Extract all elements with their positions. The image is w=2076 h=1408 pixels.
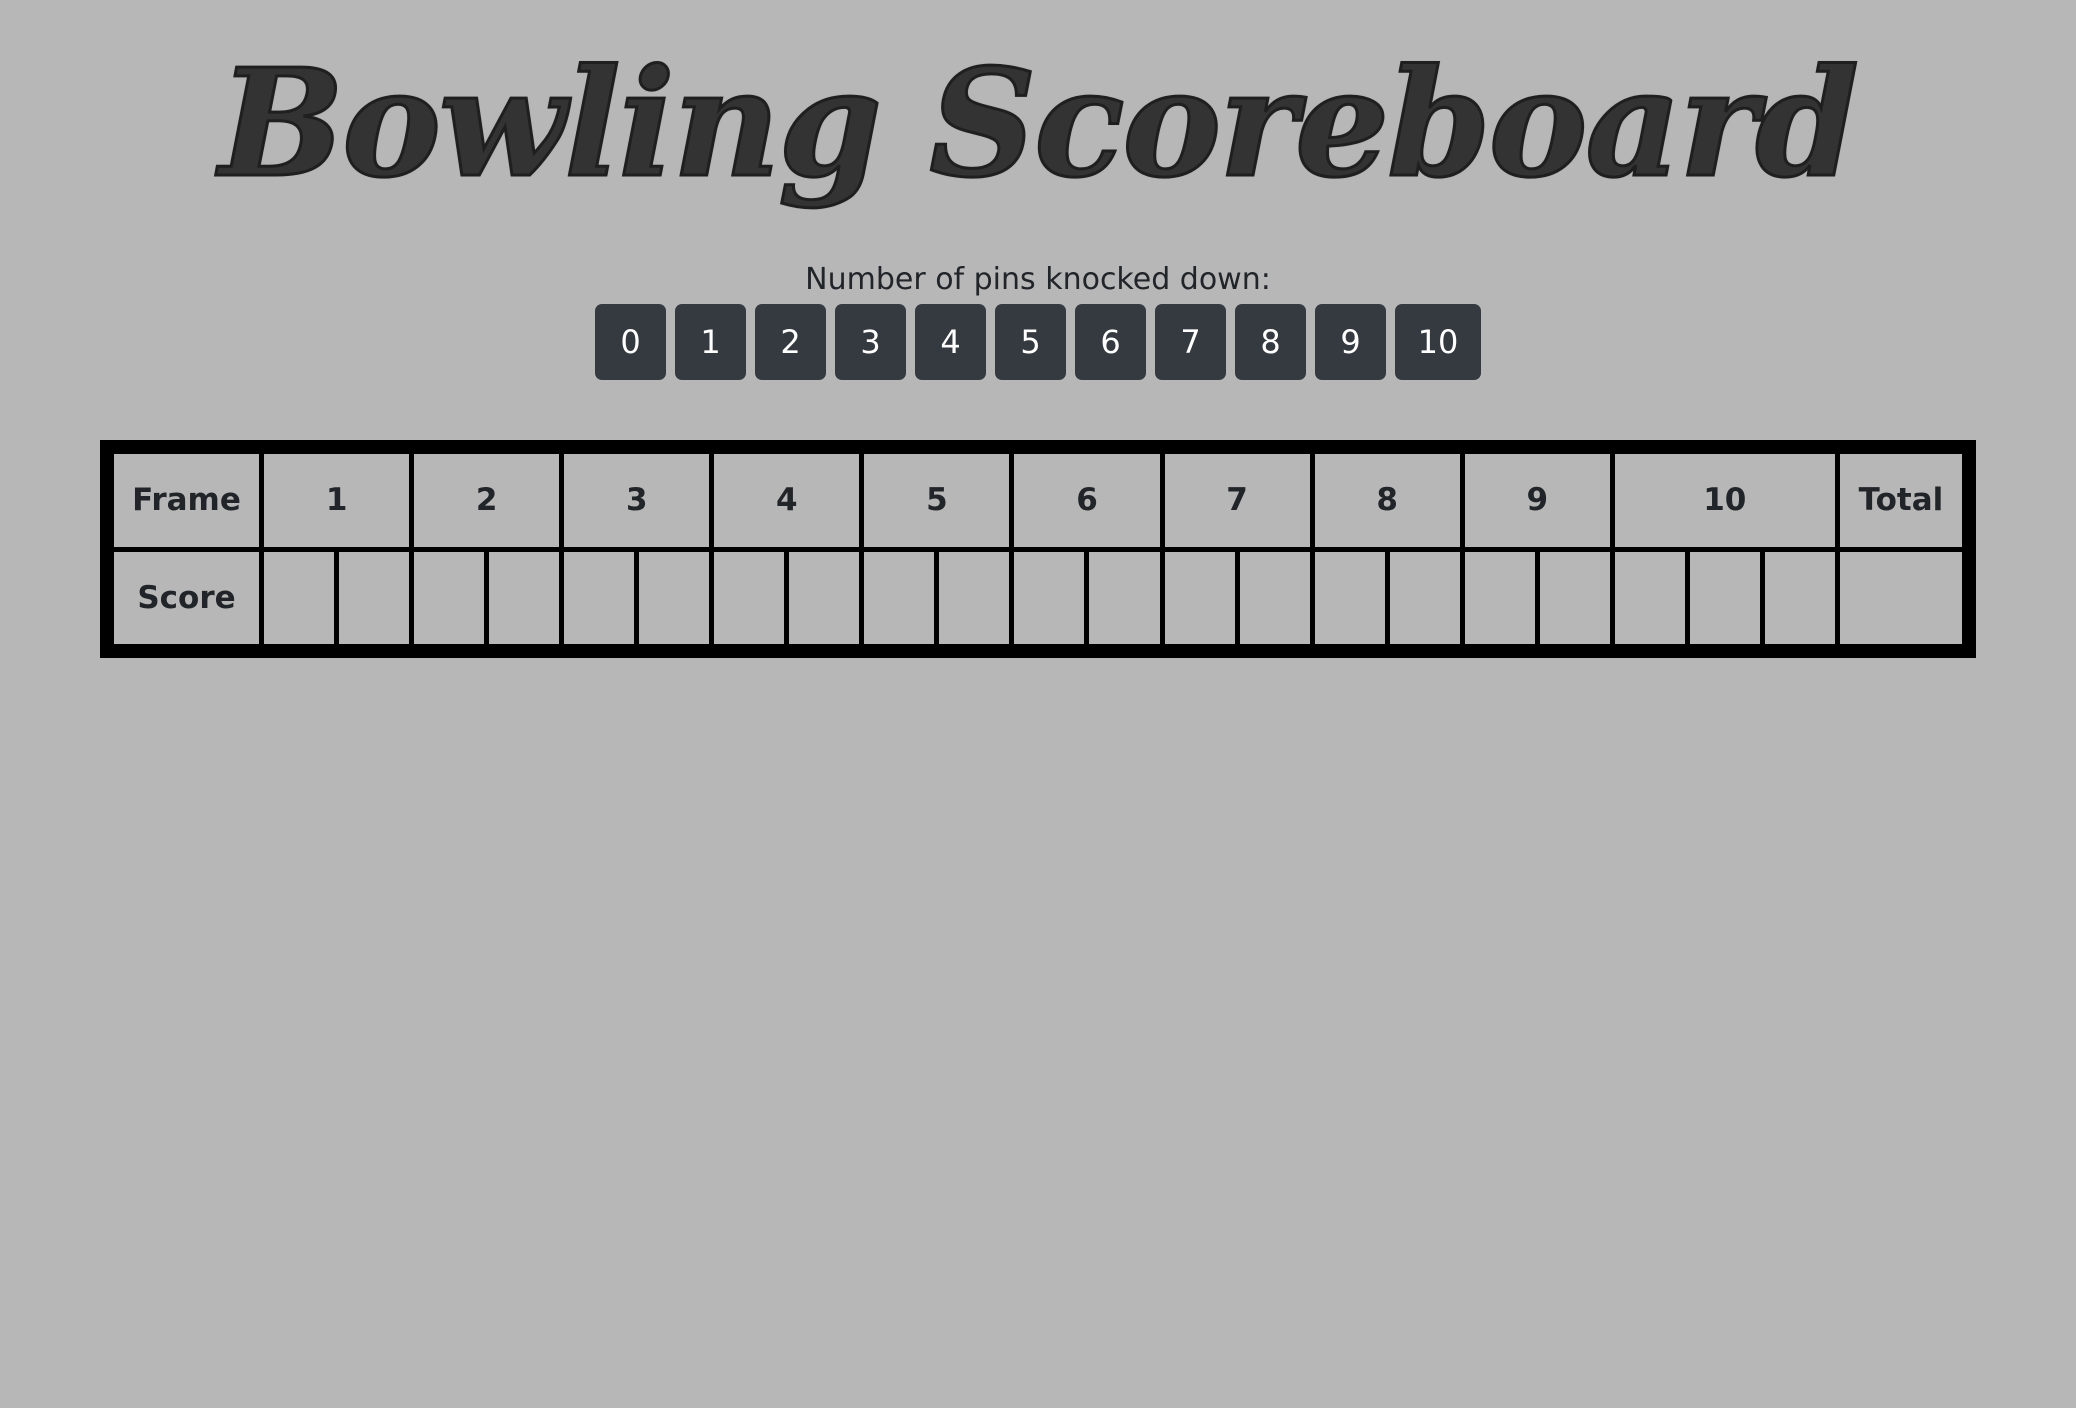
roll-cell xyxy=(934,546,1015,649)
pin-button-3[interactable]: 3 xyxy=(835,304,906,380)
frame-header-9: 9 xyxy=(1459,449,1615,552)
score-label: Score xyxy=(108,546,265,649)
roll-cell xyxy=(1309,546,1390,649)
roll-cell xyxy=(334,546,415,649)
pin-button-2[interactable]: 2 xyxy=(755,304,826,380)
pin-button-8[interactable]: 8 xyxy=(1235,304,1306,380)
frame-header-8: 8 xyxy=(1309,449,1465,552)
frame-header-1: 1 xyxy=(259,449,415,552)
roll-cell xyxy=(1234,546,1315,649)
frame-header-4: 4 xyxy=(709,449,865,552)
roll-cell xyxy=(1159,546,1240,649)
pin-button-row: 0 1 2 3 4 5 6 7 8 9 10 xyxy=(0,304,2076,380)
total-cell xyxy=(1834,546,1968,649)
pin-button-1[interactable]: 1 xyxy=(675,304,746,380)
roll-cell xyxy=(409,546,490,649)
frame-header-7: 7 xyxy=(1159,449,1315,552)
pin-button-4[interactable]: 4 xyxy=(915,304,986,380)
pin-button-9[interactable]: 9 xyxy=(1315,304,1386,380)
frame-header-row: Frame 1 2 3 4 5 6 7 8 9 10 Total xyxy=(108,449,1968,552)
page-title: Bowling Scoreboard xyxy=(218,36,1861,210)
roll-cell xyxy=(1084,546,1165,649)
pin-button-6[interactable]: 6 xyxy=(1075,304,1146,380)
roll-cell xyxy=(1534,546,1615,649)
pin-button-7[interactable]: 7 xyxy=(1155,304,1226,380)
roll-cell xyxy=(559,546,640,649)
pin-button-10[interactable]: 10 xyxy=(1395,304,1481,380)
roll-cell xyxy=(1459,546,1540,649)
scoreboard: Frame 1 2 3 4 5 6 7 8 9 10 Total Score xyxy=(100,440,1976,658)
score-row: Score xyxy=(108,546,1968,649)
roll-cell xyxy=(859,546,940,649)
roll-cell xyxy=(1384,546,1465,649)
roll-cell xyxy=(1009,546,1090,649)
roll-cell xyxy=(1609,546,1690,649)
frame-header-3: 3 xyxy=(559,449,715,552)
frame-header-6: 6 xyxy=(1009,449,1165,552)
roll-cell xyxy=(484,546,565,649)
frame-header-10: 10 xyxy=(1609,449,1840,552)
roll-cell xyxy=(784,546,865,649)
roll-cell xyxy=(709,546,790,649)
frame-header-5: 5 xyxy=(859,449,1015,552)
scoreboard-table: Frame 1 2 3 4 5 6 7 8 9 10 Total Score xyxy=(108,449,1968,649)
pins-label: Number of pins knocked down: xyxy=(805,262,1271,297)
total-label: Total xyxy=(1834,449,1968,552)
pin-button-0[interactable]: 0 xyxy=(595,304,666,380)
roll-cell xyxy=(634,546,715,649)
frame-label: Frame xyxy=(108,449,265,552)
frame-header-2: 2 xyxy=(409,449,565,552)
pin-button-5[interactable]: 5 xyxy=(995,304,1066,380)
roll-cell xyxy=(259,546,340,649)
roll-cell xyxy=(1684,546,1765,649)
roll-cell xyxy=(1759,546,1840,649)
